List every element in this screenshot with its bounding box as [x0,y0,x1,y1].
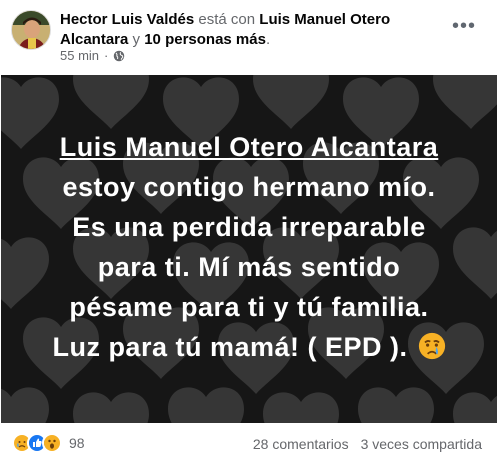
crying-face-emoji-icon [418,332,445,360]
post-footer: 98 28 comentarios 3 veces compartida [0,430,498,460]
author-name[interactable]: Hector Luis Valdés [60,11,194,28]
message-line-6: Luz para tú mamá! ( EPD ). [52,332,408,362]
post-meta: 55 min · [60,48,125,63]
post-card: Hector Luis Valdés está con Luis Manuel … [0,0,498,465]
shares-count[interactable]: 3 veces compartida [361,436,482,452]
meta-separator: · [104,48,109,63]
message-line-5: pésame para ti y tú familia. [69,292,429,322]
message-line-3: Es una perdida irreparable [72,212,426,242]
tagged-others[interactable]: 10 personas más [144,31,266,48]
more-dots-icon: ••• [451,15,476,37]
image-message: Luis Manuel Otero Alcantara estoy contig… [1,127,497,367]
wow-face-icon [42,433,62,453]
avatar-image [12,11,50,49]
post-time[interactable]: 55 min [60,48,99,63]
post-header: Hector Luis Valdés está con Luis Manuel … [0,0,498,76]
message-line-2: estoy contigo hermano mío. [62,172,436,202]
author-avatar[interactable] [11,10,51,50]
message-line-1: Luis Manuel Otero Alcantara [59,132,439,162]
reactions-summary[interactable]: 98 [12,433,85,453]
reactions-count: 98 [69,435,85,451]
comments-count[interactable]: 28 comentarios [253,436,349,452]
message-line-6-wrap: Luz para tú mamá! ( EPD ). [1,327,497,367]
more-options-button[interactable]: ••• [448,14,480,38]
message-line-4: para ti. Mí más sentido [97,252,401,282]
with-text: está con [198,11,256,28]
post-header-text: Hector Luis Valdés está con Luis Manuel … [60,10,440,50]
post-image[interactable]: Luis Manuel Otero Alcantara estoy contig… [1,75,497,423]
period-text: . [265,31,271,48]
globe-icon[interactable] [113,50,125,62]
post-stats: 28 comentarios 3 veces compartida [253,436,482,452]
and-text: y [132,31,141,48]
